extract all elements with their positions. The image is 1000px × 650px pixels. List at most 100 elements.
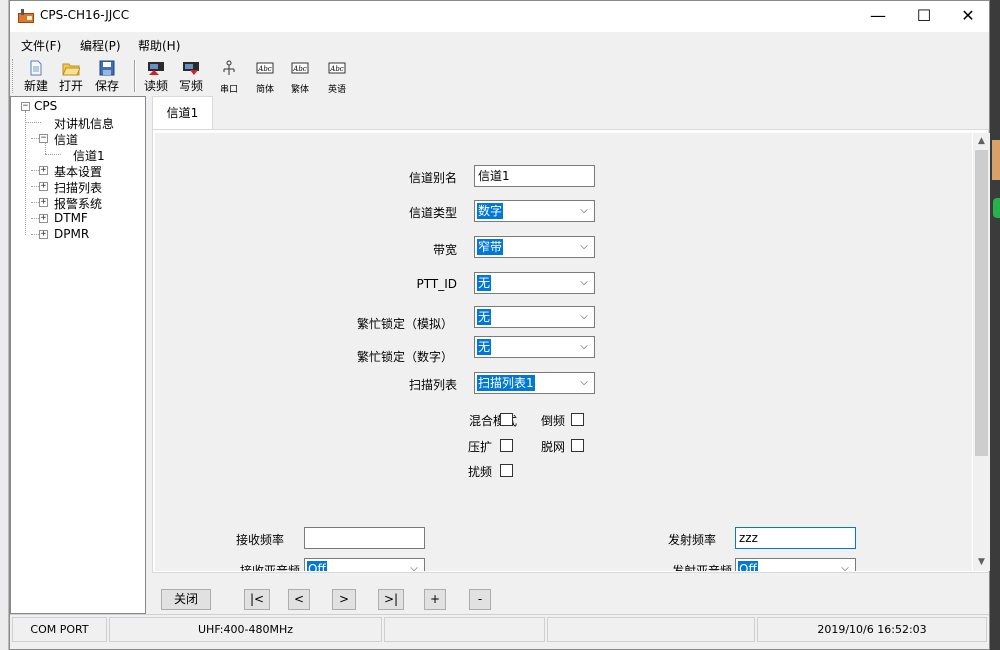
new-button[interactable]: 新建 [17, 58, 55, 94]
tree-expand-toggle[interactable]: + [39, 166, 48, 175]
offnet-checkbox[interactable] [571, 439, 584, 452]
close-window-button[interactable]: ✕ [945, 1, 991, 32]
next-record-button[interactable]: > [332, 589, 356, 610]
busy-lock-digital-select[interactable]: 无 ⌵ [474, 336, 595, 358]
save-disk-icon [99, 60, 115, 76]
write-radio-button[interactable]: 写频 [172, 58, 210, 94]
read-radio-label: 读频 [143, 79, 168, 93]
tree-expand-toggle[interactable]: + [39, 230, 48, 239]
mixed-mode-checkbox[interactable] [500, 413, 513, 426]
tree-expand-toggle[interactable]: + [39, 198, 48, 207]
bandwidth-select[interactable]: 窄带 ⌵ [474, 236, 595, 258]
open-folder-icon [62, 63, 80, 76]
ptt-id-select[interactable]: 无 ⌵ [474, 272, 595, 294]
busy-lock-analog-value: 无 [477, 309, 492, 325]
vertical-scrollbar[interactable]: ▲ ▼ [973, 133, 990, 571]
menu-help[interactable]: 帮助(H) [138, 37, 180, 54]
svg-text:Abc: Abc [329, 65, 344, 73]
traditional-chinese-button[interactable]: Abc 繁体 [281, 58, 319, 95]
toolbar-grip[interactable] [12, 59, 15, 93]
scroll-up-icon[interactable]: ▲ [973, 133, 990, 150]
save-label: 保存 [94, 79, 119, 93]
rx-subtone-select[interactable]: Off ⌵ [304, 558, 425, 571]
channel-form: 信道别名 信道1 信道类型 数字 ⌵ 带宽 窄带 ⌵ PTT_ID 无 ⌵ 繁忙… [155, 133, 972, 571]
tree-connector [25, 111, 26, 235]
tree-item-dtmf[interactable]: DTMF [54, 211, 88, 225]
status-bar: COM PORT UHF:400-480MHz 2019/10/6 16:52:… [10, 614, 989, 643]
tx-frequency-input[interactable]: zzz [735, 527, 856, 549]
scroll-down-icon[interactable]: ▼ [973, 554, 990, 571]
tx-subtone-select[interactable]: Off ⌵ [735, 558, 856, 571]
tree-connector [45, 143, 46, 154]
chevron-down-icon: ⌵ [841, 563, 849, 571]
serial-port-icon [223, 60, 235, 75]
minimize-button[interactable]: — [855, 1, 901, 32]
write-radio-label: 写频 [178, 79, 203, 93]
simplified-chinese-button[interactable]: Abc 简体 [246, 58, 284, 95]
tree-root-cps[interactable]: CPS [34, 99, 57, 113]
english-button[interactable]: Abc 英语 [318, 58, 356, 95]
scrambler-checkbox[interactable] [500, 464, 513, 477]
tree-item-scan-list[interactable]: 扫描列表 [54, 179, 102, 196]
scrambler-label: 扰频 [467, 465, 492, 479]
status-panel-empty [547, 617, 755, 642]
tab-channel-1[interactable]: 信道1 [152, 96, 213, 130]
tree-connector [25, 122, 41, 123]
menu-program[interactable]: 编程(P) [80, 37, 121, 54]
svg-text:Abc: Abc [292, 65, 307, 73]
chevron-down-icon: ⌵ [580, 311, 588, 322]
chevron-down-icon: ⌵ [580, 241, 588, 252]
serial-port-label: 串口 [219, 85, 238, 95]
channel-type-select[interactable]: 数字 ⌵ [474, 200, 595, 222]
tree-item-channel-1[interactable]: 信道1 [73, 147, 105, 164]
app-radio-icon [18, 9, 34, 23]
toolbar-separator [134, 60, 136, 92]
chevron-down-icon: ⌵ [580, 205, 588, 216]
rx-frequency-label: 接收频率 [235, 533, 284, 547]
write-radio-icon [183, 62, 199, 75]
compander-checkbox[interactable] [500, 439, 513, 452]
open-button[interactable]: 打开 [52, 58, 90, 94]
tree-expand-toggle[interactable]: + [39, 182, 48, 191]
tree-expand-toggle[interactable]: + [39, 214, 48, 223]
new-label: 新建 [23, 79, 48, 93]
add-channel-button[interactable]: + [424, 589, 446, 610]
save-button[interactable]: 保存 [88, 58, 126, 94]
scroll-thumb[interactable] [975, 150, 988, 456]
desktop-right-edge [990, 0, 1000, 650]
channel-type-label: 信道类型 [408, 206, 457, 220]
busy-lock-digital-label: 繁忙锁定（数字） [356, 350, 453, 364]
tree-item-basic-settings[interactable]: 基本设置 [54, 163, 102, 180]
rx-subtone-value: Off [307, 561, 327, 571]
rx-frequency-input[interactable] [304, 527, 425, 549]
open-label: 打开 [58, 79, 83, 93]
chevron-down-icon: ⌵ [580, 341, 588, 352]
desktop-left-edge [0, 0, 9, 650]
tree-item-channels[interactable]: 信道 [54, 131, 78, 148]
simplified-chinese-icon: Abc [256, 62, 274, 74]
tab-strip: 信道1 [152, 96, 989, 130]
busy-lock-analog-select[interactable]: 无 ⌵ [474, 306, 595, 328]
first-record-button[interactable]: |< [244, 589, 270, 610]
tree-item-alarm-system[interactable]: 报警系统 [54, 195, 102, 212]
svg-text:Abc: Abc [257, 65, 272, 73]
serial-port-button[interactable]: 串口 [210, 58, 248, 95]
menu-bar: 文件(F) 编程(P) 帮助(H) [10, 32, 989, 56]
chevron-down-icon: ⌵ [580, 277, 588, 288]
close-tab-button[interactable]: 关闭 [161, 589, 211, 610]
reverse-checkbox[interactable] [571, 413, 584, 426]
tree-collapse-toggle[interactable]: − [21, 102, 30, 111]
last-record-button[interactable]: >| [378, 589, 404, 610]
menu-file[interactable]: 文件(F) [21, 37, 61, 54]
tx-frequency-label: 发射频率 [667, 533, 716, 547]
tree-item-radio-info[interactable]: 对讲机信息 [54, 115, 114, 132]
tree-item-dpmr[interactable]: DPMR [54, 227, 89, 241]
tree-collapse-toggle[interactable]: − [39, 134, 48, 143]
scan-list-select[interactable]: 扫描列表1 ⌵ [474, 372, 595, 394]
read-radio-button[interactable]: 读频 [137, 58, 175, 94]
status-panel-empty [384, 617, 545, 642]
alias-input[interactable]: 信道1 [474, 165, 595, 187]
maximize-button[interactable]: ☐ [901, 1, 947, 32]
prev-record-button[interactable]: < [288, 589, 310, 610]
remove-channel-button[interactable]: - [469, 589, 491, 610]
